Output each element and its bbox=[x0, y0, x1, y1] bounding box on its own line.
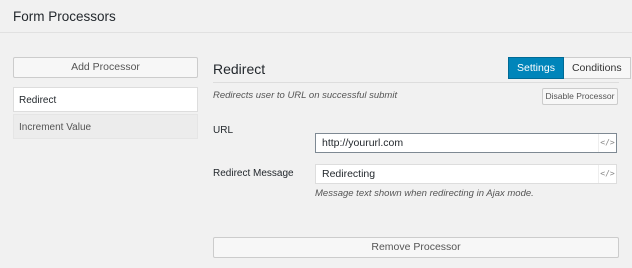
processor-description: Redirects user to URL on successful subm… bbox=[213, 90, 398, 101]
code-icon[interactable]: </> bbox=[598, 165, 616, 183]
processor-title: Redirect bbox=[213, 61, 266, 77]
redirect-message-help: Message text shown when redirecting in A… bbox=[315, 188, 534, 199]
processor-list: Redirect Increment Value bbox=[13, 87, 198, 139]
url-label: URL bbox=[213, 125, 234, 136]
page-header: Form Processors bbox=[0, 0, 632, 33]
remove-processor-button[interactable]: Remove Processor bbox=[213, 237, 619, 258]
disable-processor-button[interactable]: Disable Processor bbox=[542, 88, 618, 105]
page-title: Form Processors bbox=[13, 9, 116, 24]
url-input[interactable] bbox=[316, 134, 596, 152]
code-icon[interactable]: </> bbox=[598, 134, 616, 152]
add-processor-button[interactable]: Add Processor bbox=[13, 57, 198, 78]
processor-item-redirect[interactable]: Redirect bbox=[13, 87, 198, 112]
processor-item-increment-value[interactable]: Increment Value bbox=[13, 114, 198, 139]
tab-conditions[interactable]: Conditions bbox=[563, 57, 631, 79]
tab-settings[interactable]: Settings bbox=[508, 57, 564, 79]
divider bbox=[213, 82, 619, 83]
url-field-wrapper: </> bbox=[315, 133, 617, 153]
redirect-message-input[interactable] bbox=[316, 165, 596, 183]
processor-tabs: Settings Conditions bbox=[508, 57, 631, 79]
redirect-message-label: Redirect Message bbox=[213, 168, 294, 179]
redirect-message-field-wrapper: </> bbox=[315, 164, 617, 184]
